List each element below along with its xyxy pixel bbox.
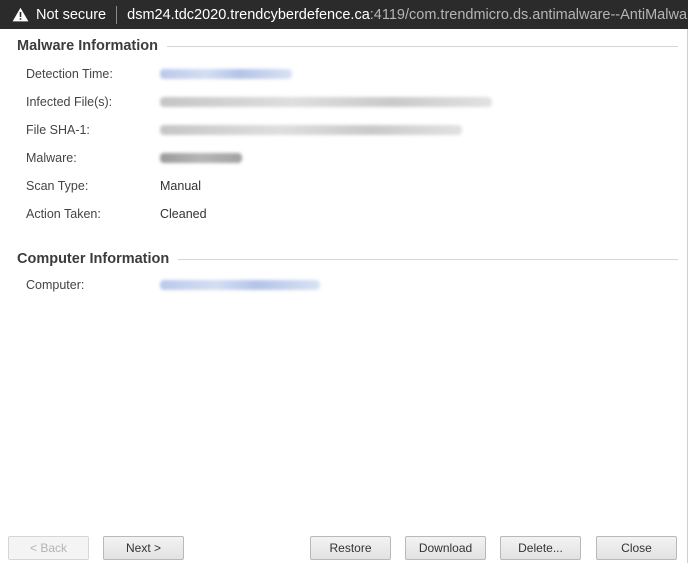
section-divider [178,258,678,260]
delete-button[interactable]: Delete... [500,536,581,560]
section-divider [167,45,678,47]
action-taken-value: Cleaned [160,207,207,221]
next-button[interactable]: Next > [103,536,184,560]
download-button[interactable]: Download [405,536,486,560]
infected-files-value-redacted [160,97,492,107]
back-button[interactable]: < Back [8,536,89,560]
address-bar[interactable]: Not secure dsm24.tdc2020.trendcyberdefen… [0,0,688,29]
malware-label: Malware: [26,151,77,165]
malware-value-redacted [160,153,242,163]
security-status[interactable]: Not secure [36,7,106,23]
scan-type-label: Scan Type: [26,179,89,193]
computer-information-header: Computer Information [17,251,678,267]
file-sha1-label: File SHA-1: [26,123,90,137]
file-sha1-value-redacted [160,125,462,135]
scan-type-value: Manual [160,179,201,193]
computer-value-redacted[interactable] [160,280,320,290]
infected-files-label: Infected File(s): [26,95,113,109]
detection-time-value-redacted [160,69,292,79]
warning-icon [12,7,29,22]
section-title: Computer Information [17,251,170,267]
restore-button[interactable]: Restore [310,536,391,560]
section-title: Malware Information [17,38,158,54]
close-button[interactable]: Close [596,536,677,560]
url-host: dsm24.tdc2020.trendcyberdefence.ca [127,6,370,23]
url-path: :4119/com.trendmicro.ds.antimalware--Ant… [369,6,688,23]
url-separator [116,5,118,24]
detection-time-label: Detection Time: [26,67,113,81]
malware-information-header: Malware Information [17,38,678,54]
computer-label: Computer: [26,278,85,292]
action-taken-label: Action Taken: [26,207,101,221]
